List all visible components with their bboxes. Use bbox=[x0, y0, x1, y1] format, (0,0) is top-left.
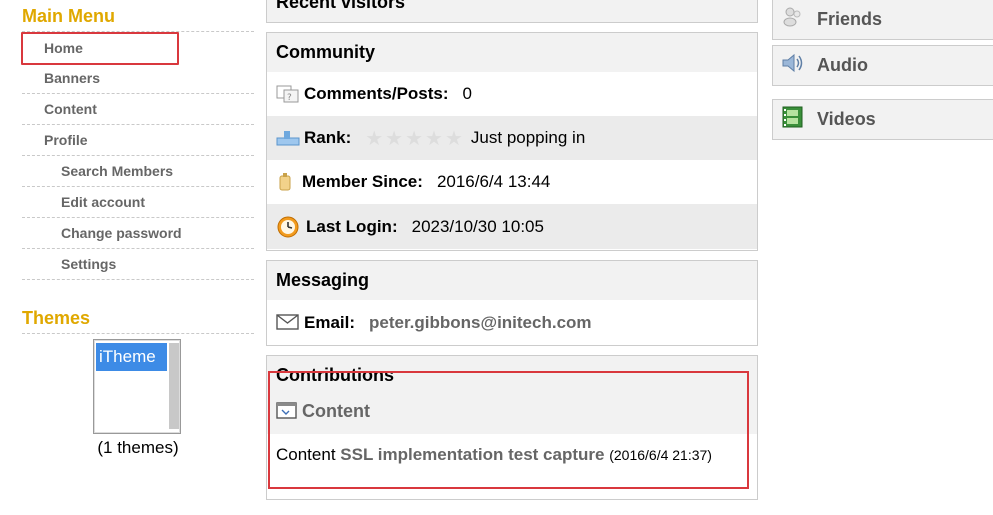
messaging-title: Messaging bbox=[267, 261, 757, 300]
contrib-entry-link[interactable]: SSL implementation test capture bbox=[340, 445, 604, 464]
rank-text: Just popping in bbox=[470, 128, 586, 147]
star-icon: ★ bbox=[365, 127, 384, 150]
theme-option[interactable]: iTheme bbox=[96, 343, 167, 371]
star-icon: ★ bbox=[385, 127, 404, 150]
audio-label: Audio bbox=[817, 55, 868, 75]
themes-title: Themes bbox=[22, 308, 254, 334]
comments-icon: ? bbox=[276, 84, 299, 104]
content-icon bbox=[276, 401, 298, 422]
rank-row: Rank: ★ ★ ★ ★ ★ Just popping in bbox=[267, 116, 757, 160]
friends-label: Friends bbox=[817, 9, 883, 29]
film-icon bbox=[781, 105, 805, 134]
recent-visitors-panel: Recent visitors bbox=[266, 0, 758, 23]
star-icon: ★ bbox=[444, 127, 463, 150]
last-login-label: Last Login: bbox=[306, 216, 398, 236]
calendar-icon bbox=[276, 172, 296, 192]
member-since-row: Member Since: 2016/6/4 13:44 bbox=[267, 160, 757, 204]
email-label: Email: bbox=[304, 312, 356, 332]
rank-label: Rank: bbox=[304, 128, 352, 147]
videos-button[interactable]: Videos bbox=[772, 99, 993, 140]
menu-item-profile[interactable]: Profile bbox=[22, 125, 254, 156]
recent-visitors-title: Recent visitors bbox=[267, 0, 757, 22]
comments-label: Comments/Posts: bbox=[304, 84, 449, 103]
speaker-icon bbox=[781, 52, 805, 79]
contrib-section-link[interactable]: Content bbox=[302, 401, 370, 422]
member-since-label: Member Since: bbox=[302, 172, 423, 191]
community-title: Community bbox=[267, 33, 757, 72]
contributions-title: Contributions bbox=[267, 356, 757, 389]
menu-item-banners[interactable]: Banners bbox=[22, 63, 254, 94]
menu-item-edit-account[interactable]: Edit account bbox=[22, 187, 254, 218]
contrib-section-row: Content bbox=[267, 389, 757, 434]
contrib-entry-date: (2016/6/4 21:37) bbox=[609, 447, 712, 463]
svg-text:?: ? bbox=[287, 93, 292, 103]
friends-icon bbox=[781, 5, 805, 34]
envelope-icon bbox=[276, 313, 299, 333]
rank-icon bbox=[276, 128, 300, 148]
member-since-value: 2016/6/4 13:44 bbox=[436, 172, 551, 191]
menu-item-search-members[interactable]: Search Members bbox=[22, 156, 254, 187]
theme-list-scrollbar[interactable] bbox=[169, 343, 179, 429]
theme-count: (1 themes) bbox=[97, 438, 179, 457]
messaging-panel: Messaging Email: peter.gibbons@initech.c… bbox=[266, 260, 758, 346]
main-menu: Home Banners Content Profile Search Memb… bbox=[21, 32, 254, 280]
main-menu-title: Main Menu bbox=[22, 6, 254, 32]
comments-value: 0 bbox=[462, 84, 472, 103]
theme-select-list[interactable]: iTheme bbox=[93, 339, 181, 434]
friends-button[interactable]: Friends bbox=[772, 0, 993, 40]
contributions-panel: Contributions Content Content SSL implem… bbox=[266, 355, 758, 500]
contrib-entry-prefix: Content bbox=[276, 445, 336, 464]
rank-stars: ★ ★ ★ ★ ★ bbox=[365, 126, 465, 151]
star-icon: ★ bbox=[425, 127, 443, 150]
clock-icon bbox=[276, 215, 300, 239]
menu-item-settings[interactable]: Settings bbox=[22, 249, 254, 280]
last-login-value: 2023/10/30 10:05 bbox=[411, 216, 544, 236]
email-row: Email: peter.gibbons@initech.com bbox=[267, 300, 757, 345]
community-panel: Community ? Comments/Posts: 0 Rank: ★ ★ ★ ★… bbox=[266, 32, 758, 251]
last-login-row: Last Login: 2023/10/30 10:05 bbox=[267, 204, 757, 249]
star-icon: ★ bbox=[405, 127, 424, 150]
email-link[interactable]: peter.gibbons@initech.com bbox=[369, 313, 592, 333]
videos-label: Videos bbox=[817, 109, 876, 129]
audio-button[interactable]: Audio bbox=[772, 45, 993, 86]
menu-item-home[interactable]: Home bbox=[21, 32, 179, 65]
comments-row: ? Comments/Posts: 0 bbox=[267, 72, 757, 116]
menu-item-change-password[interactable]: Change password bbox=[22, 218, 254, 249]
menu-item-content[interactable]: Content bbox=[22, 94, 254, 125]
contrib-entry: Content SSL implementation test capture … bbox=[267, 434, 757, 468]
